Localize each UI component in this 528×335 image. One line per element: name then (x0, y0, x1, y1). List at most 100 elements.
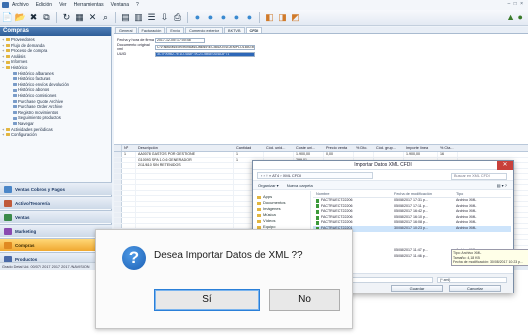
grid-cell[interactable] (136, 212, 234, 217)
menu-archivo[interactable]: Archivo (12, 2, 29, 8)
breadcrumb[interactable]: ‹ › ↑ « AT4 › XML CFDI (257, 171, 373, 179)
grid-cell[interactable] (122, 201, 136, 206)
grid-cell[interactable] (122, 163, 136, 168)
grid-cell[interactable]: 1.900,00 (294, 152, 324, 157)
search-input[interactable]: Buscar en XML CFDI (451, 173, 507, 180)
grid-cell[interactable] (122, 174, 136, 179)
cancel-icon[interactable]: ✕ (87, 12, 98, 23)
grid-cell[interactable] (354, 152, 374, 157)
grid-column-header[interactable]: Coste uni... (294, 145, 324, 151)
grid-cell[interactable] (264, 152, 294, 157)
new-icon[interactable]: 📄 (2, 12, 13, 23)
table-icon[interactable]: ▥ (133, 12, 144, 23)
box-icon-1[interactable]: ◧ (264, 12, 275, 23)
column-type[interactable]: Tipo (453, 191, 503, 197)
window-controls[interactable]: – □ × (508, 1, 525, 7)
grid-cell[interactable] (374, 152, 404, 157)
grid-cell[interactable] (122, 196, 136, 201)
new-folder-button[interactable]: Nueva carpeta (287, 183, 313, 188)
module-button[interactable]: Activo/Tesorería (0, 196, 112, 209)
grid-cell[interactable] (136, 168, 234, 173)
grid-cell[interactable] (122, 218, 136, 223)
grid-cell[interactable]: 1 (122, 152, 136, 157)
grid-cell[interactable] (122, 212, 136, 217)
grid-column-header[interactable]: Cantidad (234, 145, 264, 151)
grid-column-header[interactable]: Cód. unid... (264, 145, 294, 151)
grid-cell[interactable] (122, 168, 136, 173)
list-icon[interactable]: ☰ (146, 12, 157, 23)
open-button[interactable]: Guardar (391, 285, 443, 292)
menu-ayuda[interactable]: ? (136, 2, 139, 8)
circle-icon-2[interactable]: ● (205, 12, 216, 23)
grid-cell[interactable] (136, 179, 234, 184)
box-icon-3[interactable]: ◩ (290, 12, 301, 23)
grid-column-header[interactable]: % Cta... (438, 145, 458, 151)
chart-icon[interactable]: ▦ (74, 12, 85, 23)
grid-cell[interactable]: 16 (438, 152, 458, 157)
view-options-button[interactable]: ▤ ▾ ? (497, 183, 513, 188)
grid-column-header[interactable]: Nº (122, 145, 136, 151)
grid-cell[interactable] (136, 218, 234, 223)
expand-toggle-icon[interactable]: − (2, 65, 5, 71)
open-icon[interactable]: 📂 (15, 12, 26, 23)
grid-cell[interactable]: 0,00 (324, 152, 354, 157)
refresh-icon[interactable]: ↻ (61, 12, 72, 23)
grid-cell[interactable] (122, 157, 136, 162)
grid-cell[interactable]: 1 (234, 152, 264, 157)
tab[interactable]: Facturación (137, 27, 166, 33)
menu-ventana[interactable]: Ventana (111, 2, 129, 8)
tab[interactable]: General (115, 27, 137, 33)
grid-cell[interactable] (122, 185, 136, 190)
delete-icon[interactable]: ✖ (28, 12, 39, 23)
grid-cell[interactable] (122, 207, 136, 212)
file-type-filter[interactable]: (*.xml) (437, 277, 507, 283)
circle-icon-3[interactable]: ● (218, 12, 229, 23)
tab[interactable]: BKTVB (224, 27, 245, 33)
grid-cell[interactable] (122, 190, 136, 195)
module-button[interactable]: Ventas (0, 210, 112, 223)
circle-icon-1[interactable]: ● (192, 12, 203, 23)
column-name[interactable]: Nombre (313, 191, 391, 197)
grid-column-header[interactable]: Descripción (136, 145, 234, 151)
grid-column-header[interactable]: % Dto. (354, 145, 374, 151)
grid-cell[interactable] (136, 201, 234, 206)
grid-cell[interactable]: AA0078 GASTOS POR GESTIONE (136, 152, 234, 157)
circle-icon-4[interactable]: ● (231, 12, 242, 23)
menu-ver[interactable]: Ver (59, 2, 67, 8)
grid-cell[interactable] (136, 174, 234, 179)
tree-item[interactable]: + Configuración (2, 132, 111, 138)
grid-column-header[interactable]: Cód. grup... (374, 145, 404, 151)
column-date[interactable]: Fecha de modificación (391, 191, 453, 197)
tab[interactable]: CFDI (245, 27, 263, 33)
menu-edicion[interactable]: Edición (36, 2, 52, 8)
grid-cell[interactable]: 1.900,00 (404, 152, 438, 157)
grid-cell[interactable] (136, 207, 234, 212)
grid-column-header[interactable]: Precio venta (324, 145, 354, 151)
grid-cell[interactable] (136, 190, 234, 195)
export-icon[interactable]: ⇩ (159, 12, 170, 23)
grid-column-header[interactable]: Importe línea (404, 145, 438, 151)
grid-icon[interactable]: ▤ (120, 12, 131, 23)
cancel-button[interactable]: Cancelar (449, 285, 501, 292)
expand-toggle-icon[interactable]: + (2, 132, 5, 138)
copy-icon[interactable]: ⧉ (41, 12, 52, 23)
grid-cell[interactable]: 2/11/610 SIN RETENIDOS (136, 163, 234, 168)
yes-button[interactable]: Sí (154, 289, 260, 311)
organize-button[interactable]: Organizar ▾ (258, 183, 279, 188)
search-icon[interactable]: ⌕ (100, 12, 111, 23)
print-icon[interactable]: ⎙ (172, 12, 183, 23)
grid-cell[interactable]: G10093 SPA 1.0.6 GENERADOR (136, 157, 234, 162)
grid-cell[interactable] (136, 196, 234, 201)
menu-herramientas[interactable]: Herramientas (74, 2, 104, 8)
close-icon[interactable]: ✕ (497, 161, 513, 170)
grid-cell[interactable] (136, 223, 234, 228)
tab[interactable]: Envío (166, 27, 185, 33)
grid-cell[interactable] (122, 179, 136, 184)
form-field[interactable]: 2017-12-05T17:00:48 (155, 37, 205, 43)
form-field[interactable]: 3C7FA9B2-7E1D-4A8F-9C21-5B6E0D4A3F71 (155, 51, 255, 57)
module-button[interactable]: Ventas Cobros y Pagos (0, 182, 112, 195)
grid-cell[interactable] (136, 185, 234, 190)
circle-icon-5[interactable]: ● (244, 12, 255, 23)
no-button[interactable]: No (269, 289, 340, 311)
box-icon-2[interactable]: ◨ (277, 12, 288, 23)
